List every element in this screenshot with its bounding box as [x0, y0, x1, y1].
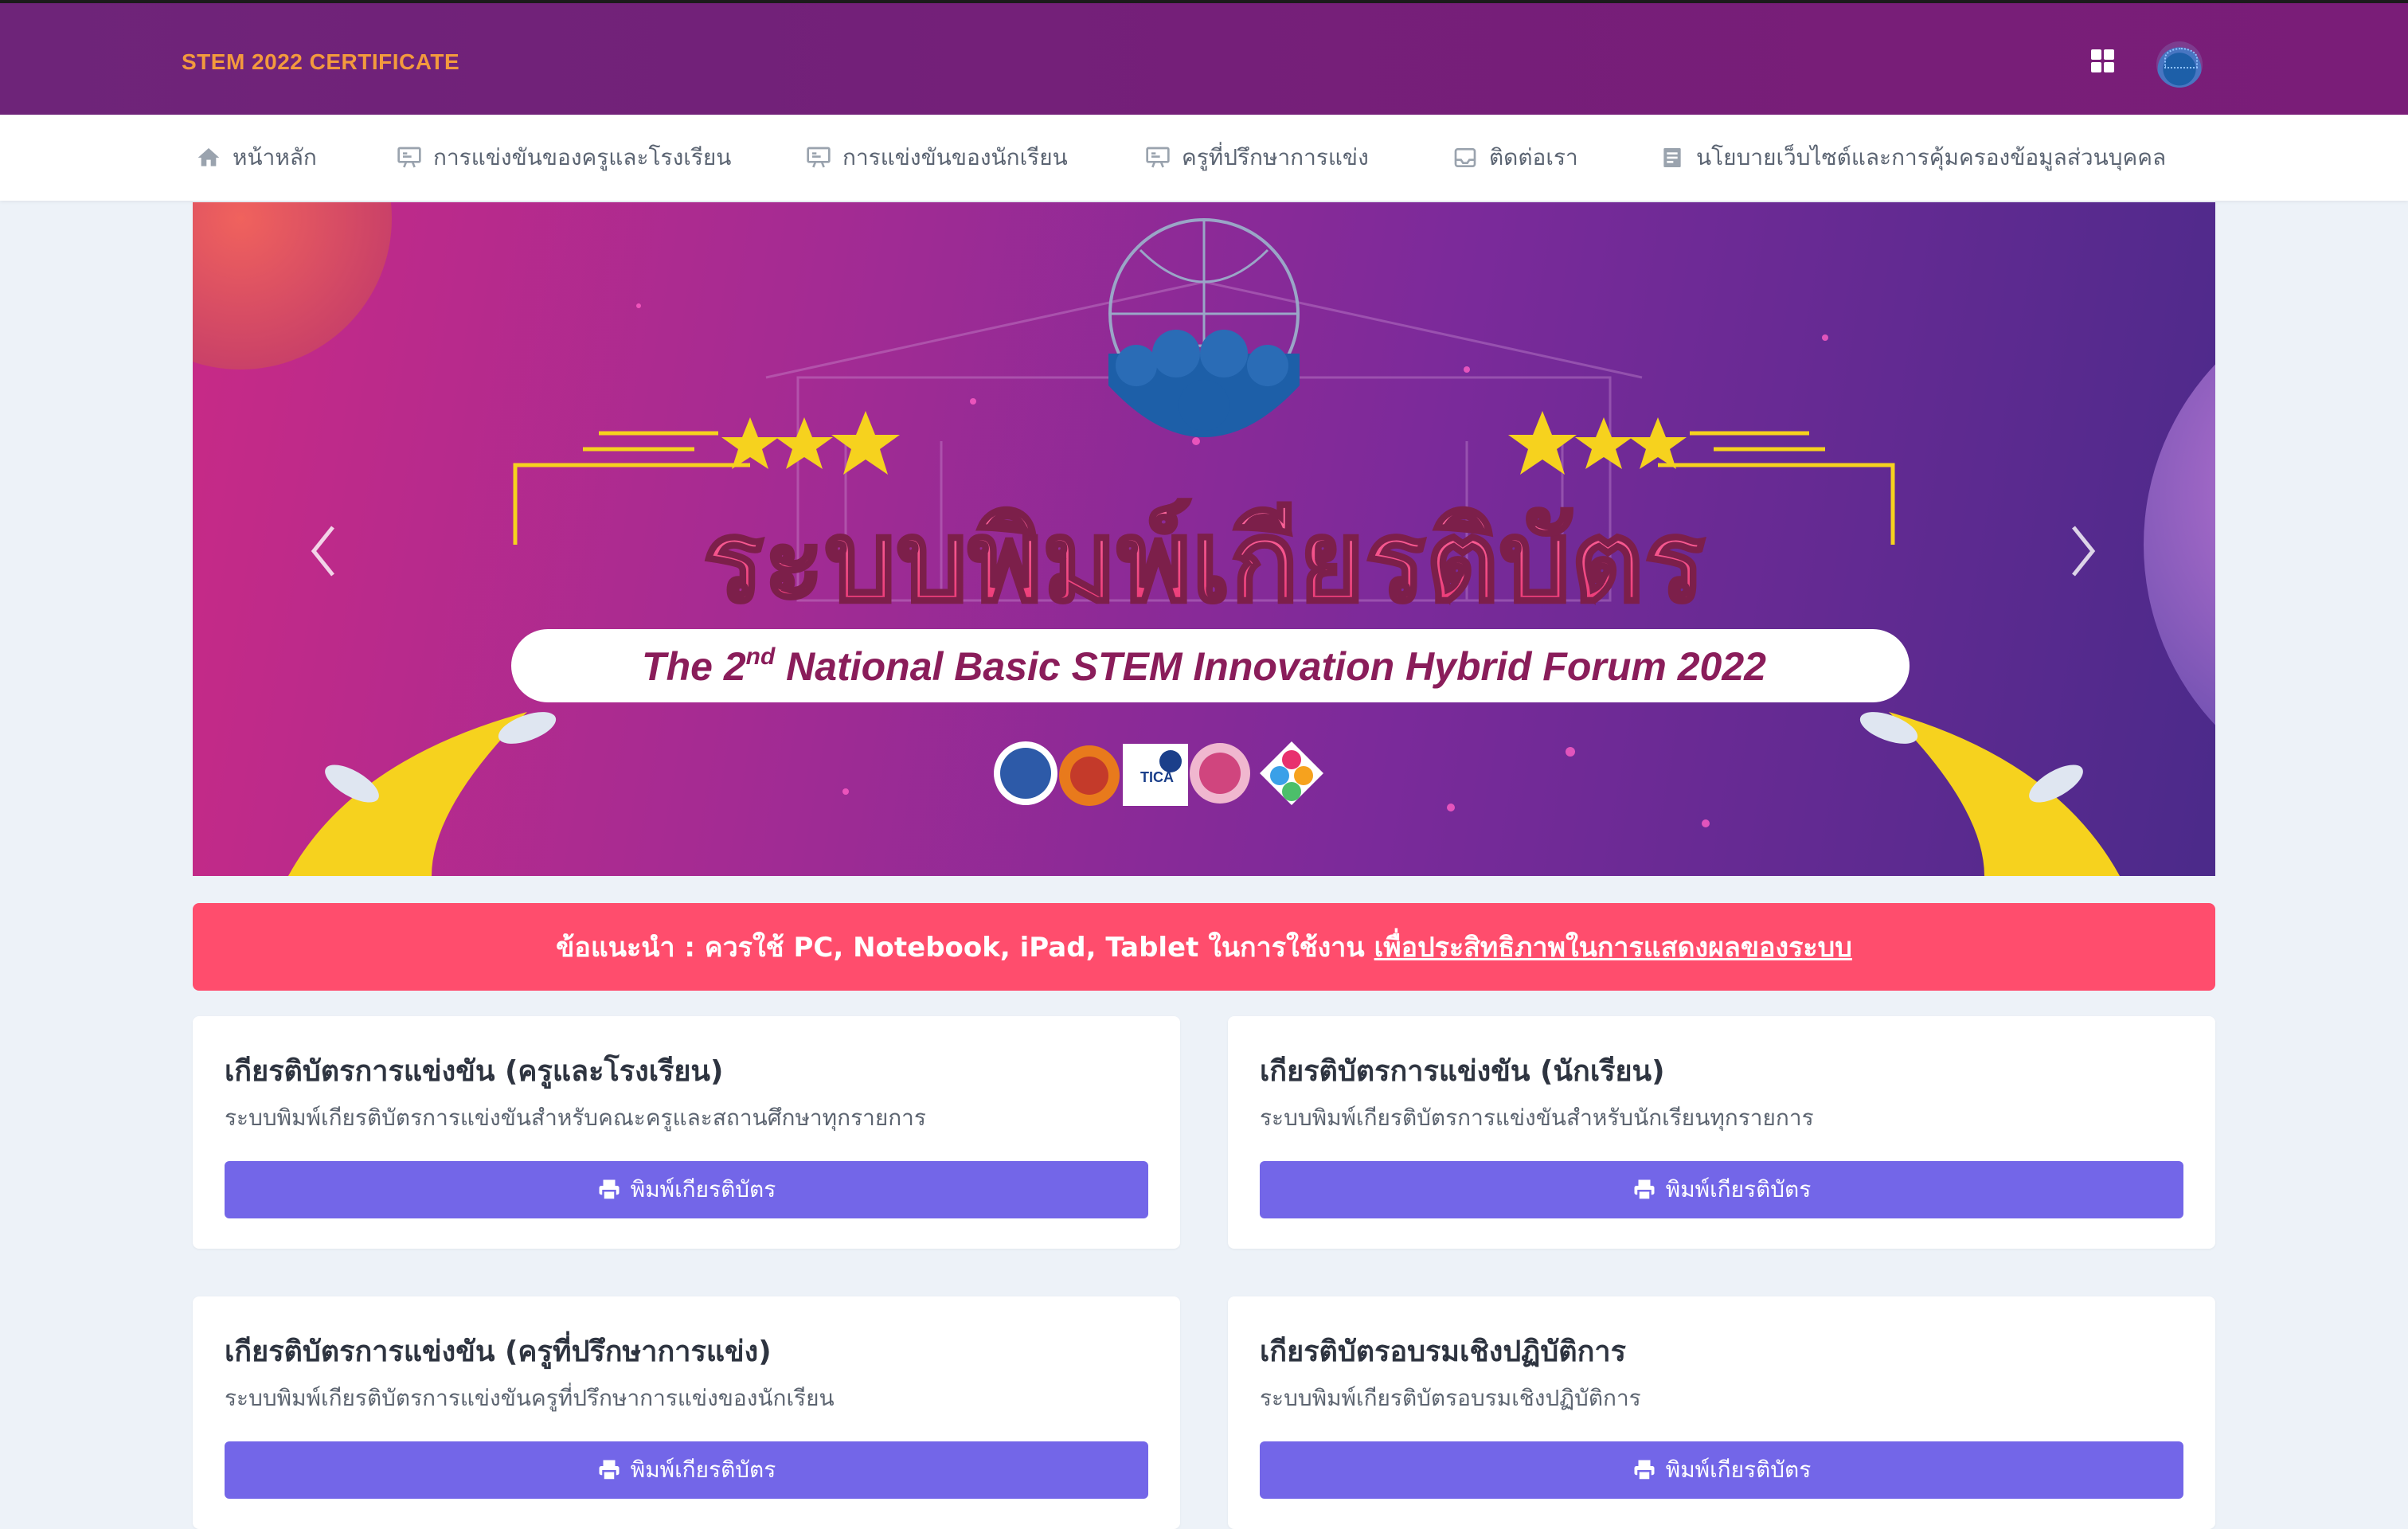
card-description: ระบบพิมพ์เกียรติบัตรการแข่งขันสำหรับนักเ… [1260, 1105, 1814, 1131]
rocket-left [288, 712, 557, 876]
grid-icon[interactable] [2091, 49, 2115, 73]
alert-link[interactable]: เพื่อประสิทธิภาพในการแสดงผลของระบบ [1374, 925, 1852, 968]
nav-item-policy[interactable]: นโยบายเว็บไซต์และการคุ้มครองข้อมูลส่วนบุ… [1659, 115, 2166, 201]
button-label: พิมพ์เกียรติบัตร [1665, 1176, 1812, 1202]
inbox-icon [1454, 148, 1476, 167]
planet-right [2144, 364, 2215, 725]
card-student: เกียรติบัตรการแข่งขัน (นักเรียน) ระบบพิม… [1228, 1016, 2215, 1249]
nav-item-label: ติดต่อเรา [1489, 144, 1578, 170]
presentation-icon [807, 147, 831, 168]
avatar[interactable] [2156, 41, 2203, 88]
card-title: เกียรติบัตรการแข่งขัน (นักเรียน) [1260, 1055, 1665, 1088]
alert-text: ข้อแนะนำ : ควรใช้ PC, Notebook, iPad, Ta… [556, 932, 1365, 964]
planet-left [193, 202, 392, 370]
card-title: เกียรติบัตรอบรมเชิงปฏิบัติการ [1260, 1335, 1626, 1368]
rocket-right [1859, 712, 2120, 876]
button-label: พิมพ์เกียรติบัตร [1665, 1457, 1812, 1483]
carousel-next-icon[interactable] [2064, 522, 2102, 580]
print-certificate-button[interactable]: พิมพ์เกียรติบัตร [1260, 1441, 2183, 1499]
nav-item-advisor[interactable]: ครูที่ปรึกษาการแข่ง [1145, 115, 1369, 201]
banner-artwork: ระบบพิมพ์เกียรติบัตร The 2nd National Ba… [193, 202, 2215, 876]
document-icon [1663, 148, 1681, 167]
banner-subtitle: The 2nd National Basic STEM Innovation H… [642, 643, 1766, 689]
presentation-icon [397, 147, 421, 168]
nav-item-label: นโยบายเว็บไซต์และการคุ้มครองข้อมูลส่วนบุ… [1696, 144, 2167, 170]
print-certificate-button[interactable]: พิมพ์เกียรติบัตร [225, 1441, 1148, 1499]
presentation-icon [1146, 147, 1170, 168]
nav-item-label: ครูที่ปรึกษาการแข่ง [1182, 144, 1369, 170]
printer-icon [1634, 1460, 1655, 1481]
banner-headline: ระบบพิมพ์เกียรติบัตร [703, 496, 1705, 628]
print-certificate-button[interactable]: พิมพ์เกียรติบัตร [225, 1161, 1148, 1218]
printer-icon [1634, 1179, 1655, 1201]
main-nav: หน้าหลัก การแข่งขันของครูและโรงเรียน การ… [0, 115, 2408, 201]
partner-logos: TICA [994, 741, 1323, 806]
print-certificate-button[interactable]: พิมพ์เกียรติบัตร [1260, 1161, 2183, 1218]
home-icon [197, 148, 220, 166]
button-label: พิมพ์เกียรติบัตร [630, 1457, 776, 1483]
nav-item-label: การแข่งขันของนักเรียน [842, 144, 1068, 170]
nav-item-label: หน้าหลัก [233, 144, 317, 170]
carousel-prev-icon[interactable] [304, 522, 342, 580]
card-description: ระบบพิมพ์เกียรติบัตรอบรมเชิงปฏิบัติการ [1260, 1385, 1641, 1411]
brand-title[interactable]: STEM 2022 CERTIFICATE [182, 49, 459, 75]
printer-icon [599, 1179, 620, 1201]
hero-banner: ระบบพิมพ์เกียรติบัตร The 2nd National Ba… [193, 202, 2215, 876]
nav-item-teacher-school[interactable]: การแข่งขันของครูและโรงเรียน [397, 115, 731, 201]
card-description: ระบบพิมพ์เกียรติบัตรการแข่งขันครูที่ปรึก… [225, 1385, 835, 1411]
recommendation-alert: ข้อแนะนำ : ควรใช้ PC, Notebook, iPad, Ta… [193, 903, 2215, 991]
button-label: พิมพ์เกียรติบัตร [630, 1176, 776, 1202]
card-title: เกียรติบัตรการแข่งขัน (ครูที่ปรึกษาการแข… [225, 1335, 772, 1368]
nav-item-contact[interactable]: ติดต่อเรา [1452, 115, 1578, 201]
stem-globe-logo [1108, 218, 1300, 437]
nav-item-student[interactable]: การแข่งขันของนักเรียน [806, 115, 1068, 201]
nav-item-label: การแข่งขันของครูและโรงเรียน [433, 144, 732, 170]
card-description: ระบบพิมพ์เกียรติบัตรการแข่งขันสำหรับคณะค… [225, 1105, 926, 1131]
nav-item-home[interactable]: หน้าหลัก [196, 115, 317, 201]
printer-icon [599, 1460, 620, 1481]
card-workshop: เกียรติบัตรอบรมเชิงปฏิบัติการ ระบบพิมพ์เ… [1228, 1296, 2215, 1529]
card-advisor: เกียรติบัตรการแข่งขัน (ครูที่ปรึกษาการแข… [193, 1296, 1180, 1529]
top-bar: STEM 2022 CERTIFICATE [0, 0, 2408, 115]
card-teacher-school: เกียรติบัตรการแข่งขัน (ครูและโรงเรียน) ร… [193, 1016, 1180, 1249]
card-title: เกียรติบัตรการแข่งขัน (ครูและโรงเรียน) [225, 1055, 724, 1088]
svg-text:TICA: TICA [1140, 769, 1174, 785]
